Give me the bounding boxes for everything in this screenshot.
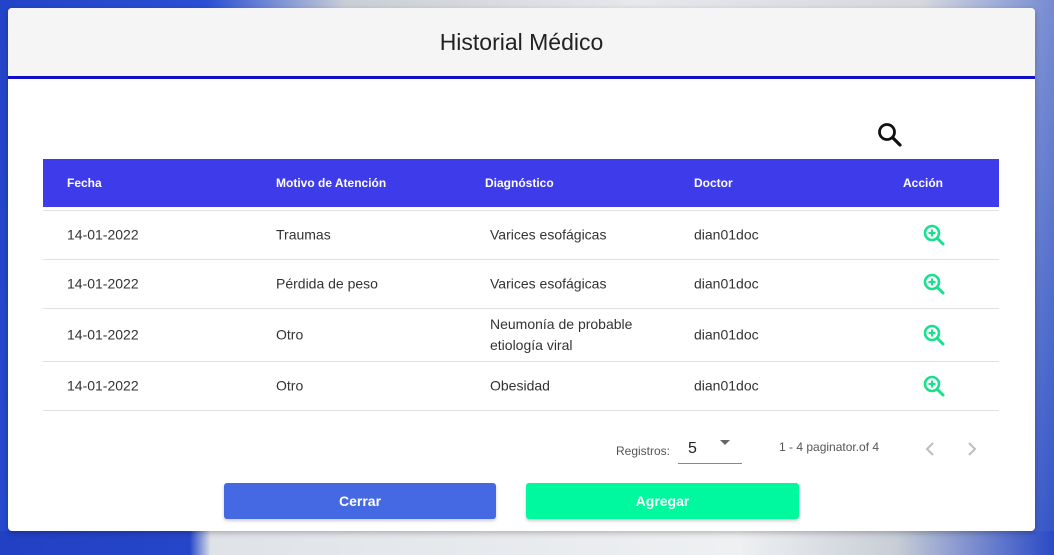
- cell-motivo: Otro: [276, 326, 304, 343]
- table-row: 14-01-2022 Otro Neumonía de probable eti…: [43, 309, 999, 362]
- page-size-select[interactable]: 5: [678, 432, 742, 464]
- cell-doctor: dian01doc: [694, 275, 759, 292]
- paginator: Registros: 5 1 - 4 paginator.of 4: [8, 428, 1035, 478]
- header-motivo: Motivo de Atención: [276, 176, 387, 190]
- cell-diagnostico: Obesidad: [490, 377, 550, 394]
- cell-diagnostico: Neumonía de probable etiología viral: [490, 316, 633, 353]
- cell-fecha: 14-01-2022: [67, 326, 139, 343]
- header-fecha: Fecha: [67, 176, 102, 190]
- page-size-label: Registros:: [616, 444, 671, 458]
- chevron-right-icon[interactable]: [960, 438, 982, 460]
- caret-down-icon: [720, 440, 730, 445]
- chevron-left-icon[interactable]: [920, 438, 942, 460]
- cell-diagnostico: Varices esofágicas: [490, 275, 607, 292]
- table-row: 14-01-2022 Otro Obesidad dian01doc: [43, 362, 999, 411]
- zoom-in-icon[interactable]: [922, 223, 946, 247]
- header-accion: Acción: [903, 176, 944, 190]
- zoom-in-icon[interactable]: [922, 323, 946, 347]
- header-doctor: Doctor: [694, 176, 733, 190]
- zoom-in-icon[interactable]: [922, 272, 946, 296]
- medical-history-dialog: Historial Médico Fecha Motivo de Atenció…: [8, 8, 1035, 531]
- table-header: Fecha Motivo de Atención Diagnóstico Doc…: [43, 159, 999, 207]
- cell-motivo: Traumas: [276, 226, 331, 243]
- zoom-in-icon[interactable]: [922, 374, 946, 398]
- page-size-value: 5: [688, 440, 697, 457]
- cell-doctor: dian01doc: [694, 326, 759, 343]
- dialog-title: Historial Médico: [439, 28, 604, 55]
- cell-motivo: Pérdida de peso: [276, 275, 378, 292]
- dialog-header: Historial Médico: [8, 8, 1035, 79]
- table-row: 14-01-2022 Pérdida de peso Varices esofá…: [43, 260, 999, 309]
- header-diagnostico: Diagnóstico: [485, 176, 554, 190]
- background-image: [0, 531, 1054, 555]
- cell-fecha: 14-01-2022: [67, 226, 139, 243]
- cell-diagnostico: Varices esofágicas: [490, 226, 607, 243]
- add-button[interactable]: Agregar: [526, 483, 799, 519]
- close-button[interactable]: Cerrar: [224, 483, 496, 519]
- cell-doctor: dian01doc: [694, 226, 759, 243]
- table-row: 14-01-2022 Traumas Varices esofágicas di…: [43, 211, 999, 260]
- search-icon[interactable]: [876, 121, 904, 149]
- cell-doctor: dian01doc: [694, 377, 759, 394]
- cell-fecha: 14-01-2022: [67, 275, 139, 292]
- cell-motivo: Otro: [276, 377, 304, 394]
- cell-fecha: 14-01-2022: [67, 377, 139, 394]
- history-table: Fecha Motivo de Atención Diagnóstico Doc…: [43, 159, 999, 411]
- page-range-label: 1 - 4 paginator.of 4: [779, 440, 880, 454]
